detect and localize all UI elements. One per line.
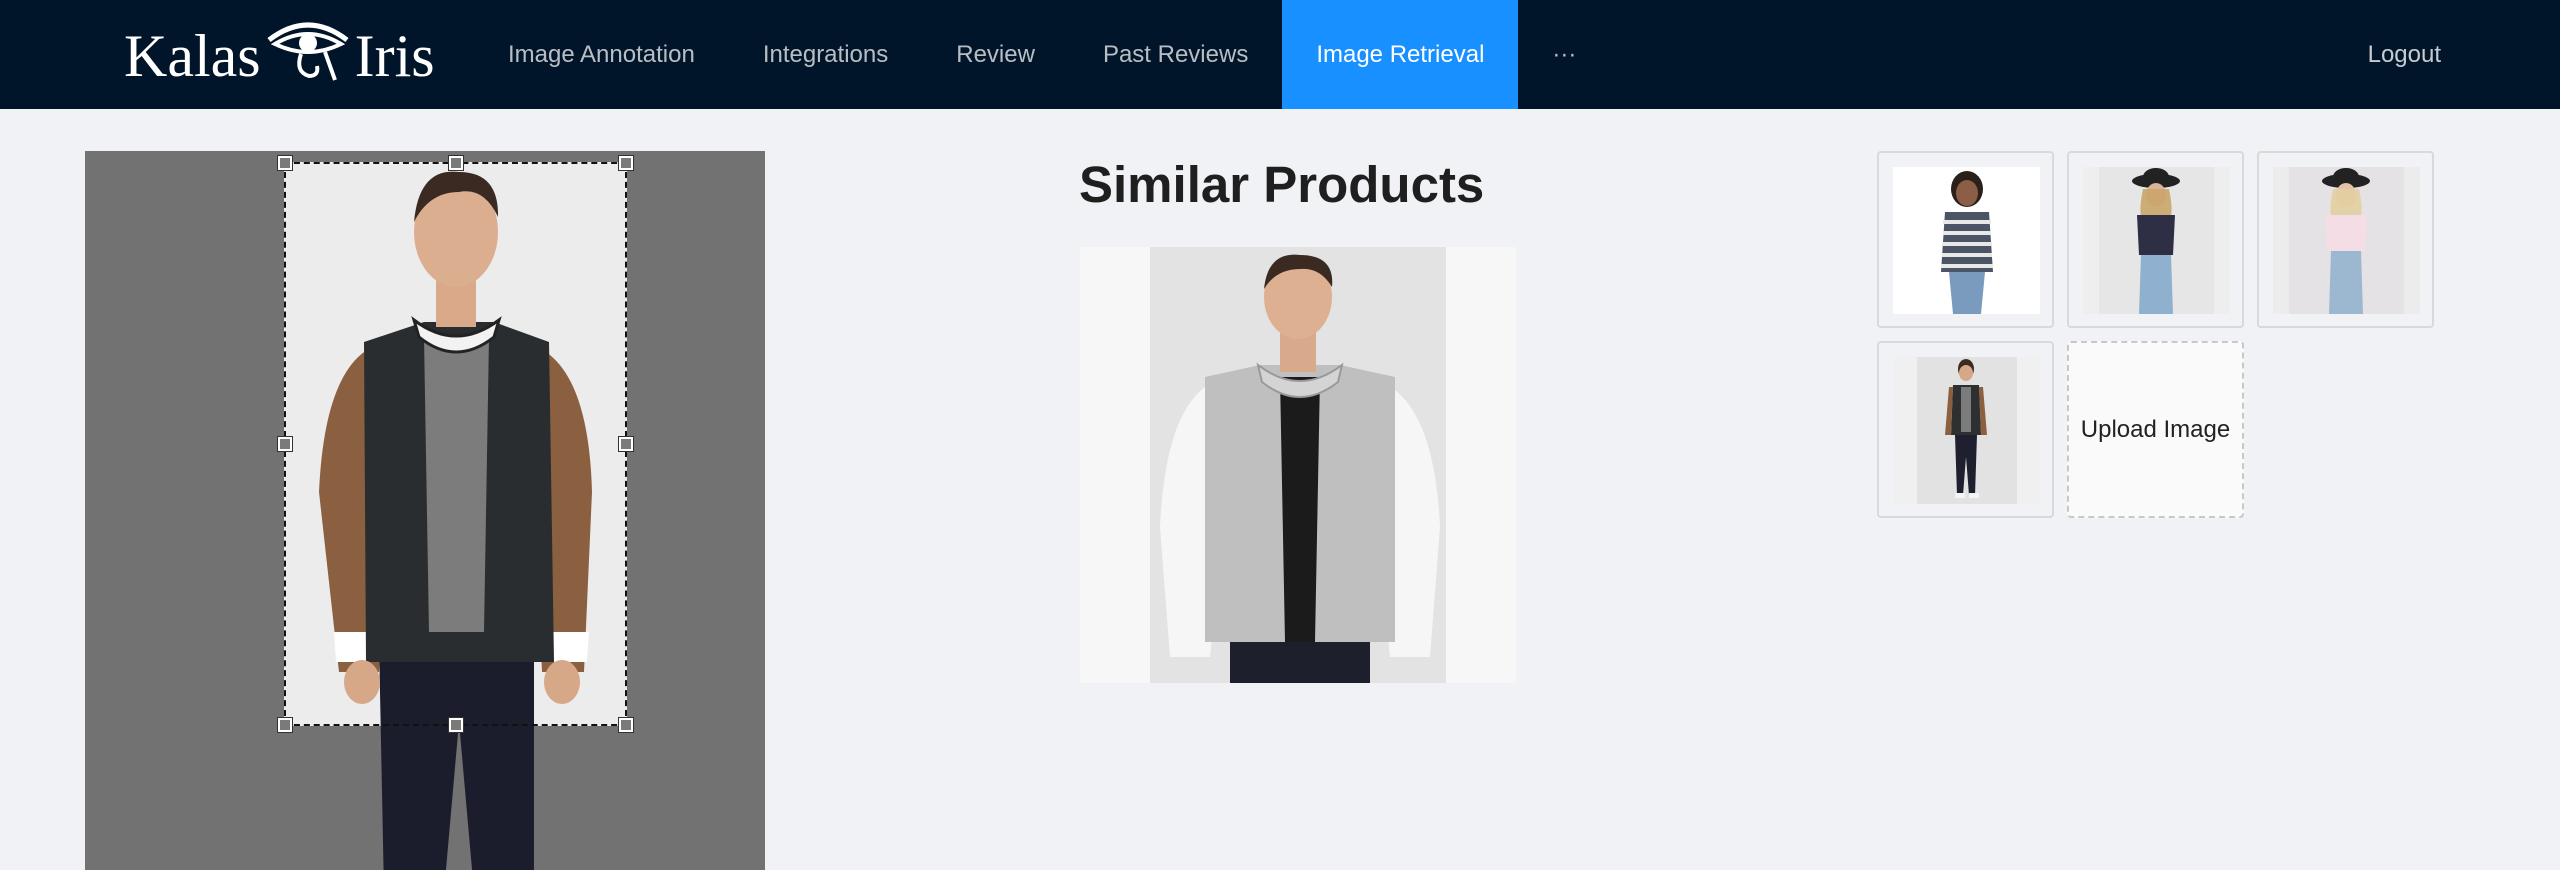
menu-item-review[interactable]: Review (922, 0, 1069, 109)
image-crop-area[interactable] (85, 151, 765, 870)
crop-handle-se[interactable] (618, 717, 634, 733)
crop-handle-sw[interactable] (277, 717, 293, 733)
crop-handle-s[interactable] (448, 717, 464, 733)
menu-item-image-retrieval[interactable]: Image Retrieval (1282, 0, 1519, 109)
crop-selection-box[interactable] (277, 155, 634, 733)
thumbnail-hat-pink-top[interactable] (2257, 151, 2434, 328)
crop-handle-ne[interactable] (618, 155, 634, 171)
brand-name-left: Kalas (124, 22, 261, 89)
menu-item-past-reviews[interactable]: Past Reviews (1069, 0, 1282, 109)
menu-item-image-annotation[interactable]: Image Annotation (474, 0, 729, 109)
eye-of-horus-icon (265, 14, 351, 99)
crop-handle-e[interactable] (618, 436, 634, 452)
brand-logo[interactable]: Kalas Iris (124, 18, 435, 94)
similar-products-heading: Similar Products (1079, 156, 1485, 213)
crop-handle-w[interactable] (277, 436, 293, 452)
menu-item-integrations[interactable]: Integrations (729, 0, 922, 109)
brand-name-right: Iris (354, 22, 435, 89)
top-navbar: Kalas Iris Image Annotation Integrations… (0, 0, 2560, 109)
thumbnail-hat-crop-top[interactable] (2067, 151, 2244, 328)
crop-handle-n[interactable] (448, 155, 464, 171)
menu-overflow-ellipsis[interactable]: ··· (1518, 0, 1610, 109)
main-menu: Image Annotation Integrations Review Pas… (474, 0, 1610, 109)
crop-handle-nw[interactable] (277, 155, 293, 171)
thumbnail-striped-top[interactable] (1877, 151, 2054, 328)
logout-link[interactable]: Logout (2368, 0, 2441, 109)
thumbnail-uploaded-jacket[interactable] (1877, 341, 2054, 518)
similar-product-image[interactable] (1080, 247, 1516, 683)
upload-image-button[interactable]: Upload Image (2067, 341, 2244, 518)
